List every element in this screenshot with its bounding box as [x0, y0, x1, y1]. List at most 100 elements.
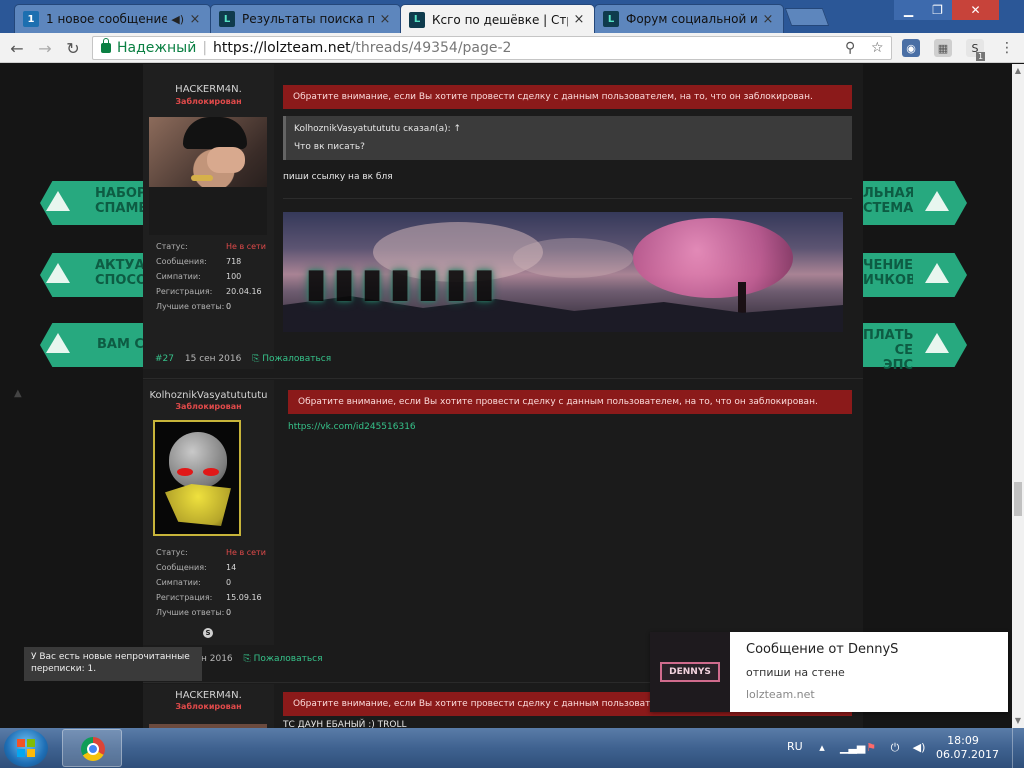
post-author-panel: KolhoznikVasyatutututu Заблокирован Стат…: [143, 380, 274, 645]
windows-taskbar: RU ▴ ▁▃▅ ⚑ ⏻ ◀) 18:09 06.07.2017: [0, 728, 1024, 768]
close-tab-icon[interactable]: ×: [378, 12, 392, 27]
menu-kebab-icon[interactable]: ⋮: [996, 37, 1018, 59]
forward-button[interactable]: →: [34, 37, 56, 59]
power-icon[interactable]: ⏻: [888, 741, 902, 754]
post-number-link[interactable]: #27: [155, 354, 174, 364]
start-button[interactable]: [4, 729, 48, 767]
post-date[interactable]: 15 сен 2016: [185, 354, 241, 364]
speaker-icon[interactable]: ◀): [171, 13, 184, 26]
scrollbar-thumb[interactable]: [1014, 482, 1022, 516]
post-username[interactable]: HACKERM4N.: [143, 84, 274, 95]
lolzteam-favicon-icon: L: [219, 11, 235, 27]
tab-title: Форум социальной инж: [626, 12, 757, 26]
report-link[interactable]: ⎘ Пожаловаться: [252, 354, 331, 364]
post-username[interactable]: HACKERM4N.: [143, 690, 274, 701]
minimize-button[interactable]: ▁: [894, 0, 923, 20]
flag-alert-icon[interactable]: ⚑: [864, 741, 878, 754]
triangle-icon: [925, 333, 949, 353]
security-label: Надежный: [117, 40, 197, 56]
language-indicator[interactable]: RU: [787, 740, 803, 753]
avatar[interactable]: [149, 117, 267, 235]
likes-value: 100: [226, 272, 242, 281]
maximize-button[interactable]: ❐: [923, 0, 952, 20]
scroll-up-arrow-icon[interactable]: ▲: [1014, 66, 1022, 75]
tab-title: 1 новое сообщение: [46, 12, 168, 26]
bookmark-star-icon[interactable]: ☆: [871, 40, 884, 56]
tab-search-results[interactable]: L Результаты поиска по з ×: [210, 4, 401, 33]
report-link[interactable]: ⎘ Пожаловаться: [244, 654, 323, 664]
chrome-notification[interactable]: DENNYS Сообщение от DennyS отпиши на сте…: [650, 632, 1008, 712]
post-footer: н 2016 ⎘ Пожаловаться: [201, 654, 323, 664]
triangle-icon: [46, 191, 70, 211]
banned-label: Заблокирован: [175, 402, 242, 411]
status-value: Не в сети: [226, 242, 266, 251]
notification-image: DENNYS: [650, 632, 730, 712]
vk-profile-link[interactable]: https://vk.com/id245516316: [288, 422, 416, 432]
reload-button[interactable]: ↻: [62, 37, 84, 59]
vpn-extension-icon[interactable]: ◉: [902, 39, 920, 57]
message-count-icon: 1: [23, 11, 39, 27]
notification-title: Сообщение от DennyS: [746, 642, 899, 657]
skype-icon[interactable]: S: [203, 628, 213, 638]
tab-csgo-thread[interactable]: L Ксго по дешёвке | Стран ×: [400, 4, 595, 34]
tab-social-engineering-forum[interactable]: L Форум социальной инж ×: [594, 4, 784, 33]
avatar[interactable]: [153, 420, 241, 536]
dennys-logo: DENNYS: [660, 662, 720, 682]
blocked-user-warning: Обратите внимание, если Вы хотите провес…: [288, 390, 852, 414]
triangle-icon: [46, 333, 70, 353]
close-window-button[interactable]: ✕: [952, 0, 999, 20]
promo-banner-right-2[interactable]: ЧЕНИЕ ИЧКОВ: [863, 253, 967, 297]
triangle-icon: [925, 191, 949, 211]
registration-value: 20.04.16: [226, 287, 262, 296]
network-signal-icon[interactable]: ▁▃▅: [840, 741, 865, 754]
scroll-down-arrow-icon[interactable]: ▼: [1014, 716, 1022, 725]
post-author-panel: HACKERM4N. Заблокирован: [143, 684, 274, 728]
likes-value: 0: [226, 578, 232, 587]
chrome-icon: [81, 737, 105, 761]
browser-toolbar: ← → ↻ Надежный | https://lolzteam.net/th…: [0, 33, 1024, 63]
user-stats: Статус: Не в сети Сообщения: 718 Симпатии:…: [156, 242, 266, 311]
notification-source: lolzteam.net: [746, 688, 815, 701]
lolzteam-favicon-icon: L: [409, 11, 425, 28]
quote-author[interactable]: KolhoznikVasyatutututu сказал(а): ↑: [294, 124, 461, 134]
zoom-icon[interactable]: ⚲: [845, 40, 855, 56]
scroll-up-chevron-icon[interactable]: ▲: [14, 388, 22, 399]
lolzteam-favicon-icon: L: [603, 11, 619, 27]
image-extension-icon[interactable]: ▦: [934, 39, 952, 57]
tray-expand-icon[interactable]: ▴: [815, 741, 829, 754]
triangle-icon: [925, 263, 949, 283]
page-scrollbar[interactable]: ▲ ▼: [1012, 64, 1024, 728]
tab-title: Результаты поиска по з: [242, 12, 374, 26]
messages-value: 14: [226, 563, 237, 572]
unread-conversations-tooltip[interactable]: У Вас есть новые непрочитанные переписки…: [24, 647, 202, 681]
best-answers-value: 0: [226, 608, 232, 617]
taskbar-clock[interactable]: 18:09 06.07.2017: [936, 734, 999, 762]
report-icon: ⎘: [252, 354, 260, 364]
show-desktop-button[interactable]: [1012, 728, 1024, 768]
extension-badge: 1: [976, 52, 986, 61]
lock-icon: [101, 38, 111, 53]
promo-banner-left-1[interactable]: НАБОР СПАМЕ: [40, 181, 143, 225]
close-tab-icon[interactable]: ×: [572, 12, 586, 27]
taskbar-chrome-button[interactable]: [62, 729, 122, 767]
promo-banner-left-3[interactable]: ВАМ СО: [40, 323, 155, 367]
url-host: https://lolzteam.net: [213, 40, 351, 56]
signature-image: ▮▮▮▮▮▮▮: [283, 212, 843, 332]
post-username[interactable]: KolhoznikVasyatutututu: [143, 390, 274, 401]
volume-icon[interactable]: ◀): [912, 741, 926, 754]
promo-banner-right-3[interactable]: ПЛАТЫ СЕ ЭПС: [863, 323, 967, 373]
post-text: пиши ссылку на вк бля: [283, 172, 393, 182]
back-button[interactable]: ←: [6, 37, 28, 59]
close-tab-icon[interactable]: ×: [761, 12, 775, 27]
post-footer: #27 15 сен 2016 ⎘ Пожаловаться: [155, 354, 331, 364]
address-bar[interactable]: Надежный | https://lolzteam.net/threads/…: [92, 36, 892, 60]
close-tab-icon[interactable]: ×: [188, 12, 202, 27]
registration-value: 15.09.16: [226, 593, 262, 602]
promo-banner-right-1[interactable]: ЛЬНАЯ СТЕМА: [863, 181, 967, 225]
promo-banner-left-2[interactable]: АКТУА СПОСО: [40, 253, 143, 297]
tab-new-message[interactable]: 1 1 новое сообщение ◀) ×: [14, 4, 211, 33]
new-tab-button[interactable]: [784, 8, 830, 26]
post-date[interactable]: н 2016: [201, 654, 233, 664]
clock-time: 18:09: [947, 734, 979, 747]
clock-date: 06.07.2017: [936, 748, 999, 761]
